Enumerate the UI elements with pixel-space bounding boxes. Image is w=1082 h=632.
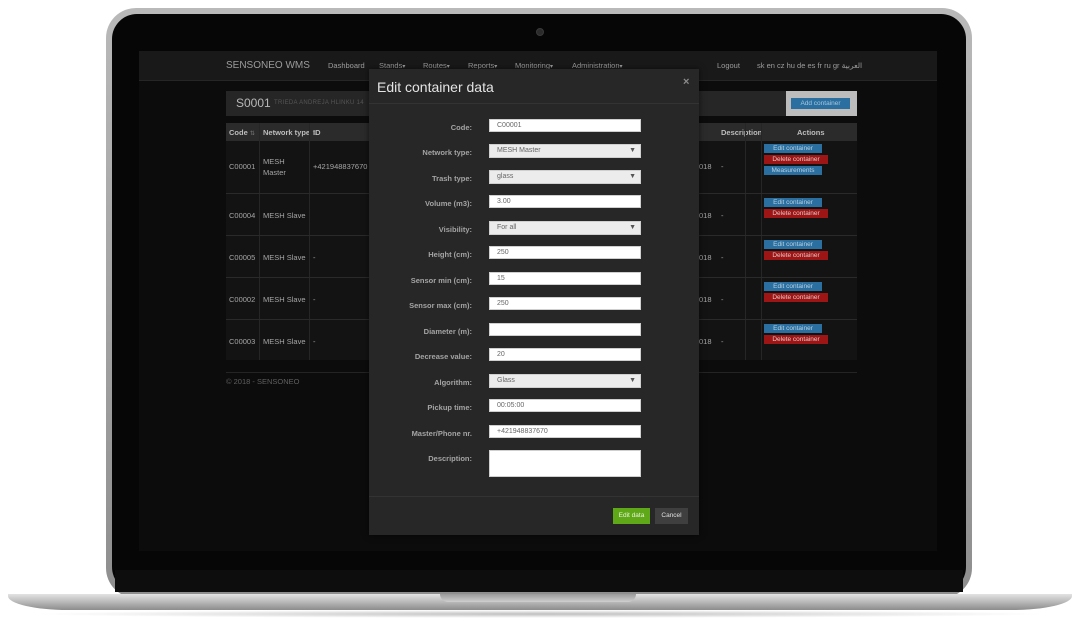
add-container-area: Add container — [786, 91, 857, 116]
algorithm-select[interactable]: Glass ▼ — [489, 374, 641, 388]
brand-logo[interactable]: SENSONEO WMS — [226, 60, 310, 71]
description-label: Description: — [428, 454, 472, 463]
dropdown-arrow-icon: ▼ — [629, 147, 636, 154]
cell-network-type: MESH Master — [263, 157, 286, 177]
trash-type-label: Trash type: — [431, 174, 472, 183]
edit-container-button[interactable]: Edit container — [764, 324, 822, 333]
cell-network-type: MESH Slave — [263, 211, 306, 220]
cell-code: C00002 — [229, 295, 256, 304]
decrease-value-field[interactable] — [489, 348, 641, 361]
dropdown-arrow-icon: ▼ — [629, 173, 636, 180]
cell-description: - — [721, 295, 724, 304]
add-container-button[interactable]: Add container — [791, 98, 850, 109]
sensor-max-label: Sensor max (cm): — [409, 301, 472, 310]
cell-code: C00005 — [229, 253, 256, 262]
cell-code: C00003 — [229, 337, 256, 346]
cell-date: 018 — [699, 211, 712, 220]
cell-description: - — [721, 253, 724, 262]
dropdown-arrow-icon: ▼ — [629, 224, 636, 231]
code-label: Code: — [450, 123, 472, 132]
visibility-select[interactable]: For all ▼ — [489, 221, 641, 235]
algorithm-label: Algorithm: — [434, 378, 472, 387]
volume-label: Volume (m3): — [425, 199, 472, 208]
station-code: S0001 — [236, 96, 271, 110]
cell-id: - — [313, 295, 316, 304]
height-field[interactable] — [489, 246, 641, 259]
column-code[interactable]: Code ⇅ — [229, 128, 255, 137]
cell-date: 018 — [699, 337, 712, 346]
height-label: Height (cm): — [428, 250, 472, 259]
delete-container-button[interactable]: Delete container — [764, 293, 828, 302]
delete-container-button[interactable]: Delete container — [764, 335, 828, 344]
edit-container-button[interactable]: Edit container — [764, 282, 822, 291]
edit-data-button[interactable]: Edit data — [613, 508, 650, 524]
app-screen: SENSONEO WMS Dashboard Stands▾ Routes▾ R… — [139, 51, 937, 551]
modal-title: Edit container data — [377, 79, 494, 95]
laptop-notch — [440, 594, 636, 602]
cell-network-type: MESH Slave — [263, 295, 306, 304]
cancel-button[interactable]: Cancel — [655, 508, 688, 524]
volume-field[interactable] — [489, 195, 641, 208]
code-field[interactable] — [489, 119, 641, 132]
laptop-shadow — [30, 610, 1050, 618]
edit-container-modal: Edit container data × Code: Network type… — [369, 69, 699, 535]
cell-id: - — [313, 337, 316, 346]
laptop-hinge — [115, 570, 963, 592]
pickup-time-field[interactable] — [489, 399, 641, 412]
cell-id: +421948837670 — [313, 162, 368, 171]
delete-container-button[interactable]: Delete container — [764, 209, 828, 218]
cell-description: - — [721, 337, 724, 346]
network-type-label: Network type: — [422, 148, 472, 157]
footer-copyright: © 2018 - SENSONEO — [226, 377, 300, 386]
edit-container-button[interactable]: Edit container — [764, 198, 822, 207]
dropdown-arrow-icon: ▼ — [629, 377, 636, 384]
network-type-select[interactable]: MESH Master ▼ — [489, 144, 641, 158]
column-id[interactable]: ID — [313, 128, 321, 137]
description-textarea[interactable] — [489, 450, 641, 477]
cell-description: - — [721, 162, 724, 171]
cell-description: - — [721, 211, 724, 220]
diameter-field[interactable] — [489, 323, 641, 336]
station-address: TRIEDA ANDREJA HLINKU 14 — [274, 100, 364, 106]
visibility-label: Visibility: — [438, 225, 472, 234]
column-description[interactable]: Description — [721, 128, 762, 137]
cell-id: - — [313, 253, 316, 262]
column-actions: Actions — [797, 128, 825, 137]
sensor-min-field[interactable] — [489, 272, 641, 285]
modal-footer-divider — [369, 496, 699, 497]
sort-icon: ⇅ — [249, 131, 255, 137]
nav-dashboard[interactable]: Dashboard — [328, 61, 365, 70]
sensor-max-field[interactable] — [489, 297, 641, 310]
delete-container-button[interactable]: Delete container — [764, 251, 828, 260]
edit-container-button[interactable]: Edit container — [764, 240, 822, 249]
close-icon[interactable]: × — [683, 76, 689, 88]
logout-link[interactable]: Logout — [717, 61, 740, 70]
measurements-button[interactable]: Measurements — [764, 166, 822, 175]
camera-icon — [536, 28, 544, 36]
decrease-value-label: Decrease value: — [414, 352, 472, 361]
trash-type-select[interactable]: glass ▼ — [489, 170, 641, 184]
diameter-label: Diameter (m): — [423, 327, 472, 336]
cell-date: 018 — [699, 253, 712, 262]
delete-container-button[interactable]: Delete container — [764, 155, 828, 164]
cell-code: C00001 — [229, 162, 256, 171]
edit-container-button[interactable]: Edit container — [764, 144, 822, 153]
cell-code: C00004 — [229, 211, 256, 220]
master-phone-label: Master/Phone nr. — [411, 429, 472, 438]
cell-date: 018 — [699, 162, 712, 171]
cell-network-type: MESH Slave — [263, 253, 306, 262]
language-switcher[interactable]: sk en cz hu de es fr ru gr العربية — [757, 61, 862, 70]
cell-network-type: MESH Slave — [263, 337, 306, 346]
sensor-min-label: Sensor min (cm): — [410, 276, 472, 285]
master-phone-field[interactable] — [489, 425, 641, 438]
modal-header-divider — [369, 103, 699, 104]
cell-date: 018 — [699, 295, 712, 304]
pickup-time-label: Pickup time: — [427, 403, 472, 412]
